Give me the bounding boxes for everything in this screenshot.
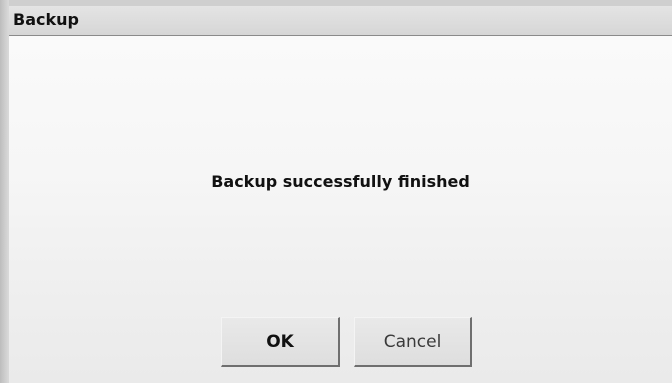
window-title: Backup (13, 10, 79, 29)
status-message: Backup successfully finished (211, 172, 470, 191)
ok-button[interactable]: OK (221, 317, 340, 367)
cancel-button[interactable]: Cancel (354, 317, 472, 367)
screen-edge (0, 0, 9, 383)
backup-screen: Backup Backup successfully finished OK C… (0, 0, 672, 383)
title-bar: Backup (9, 6, 672, 36)
